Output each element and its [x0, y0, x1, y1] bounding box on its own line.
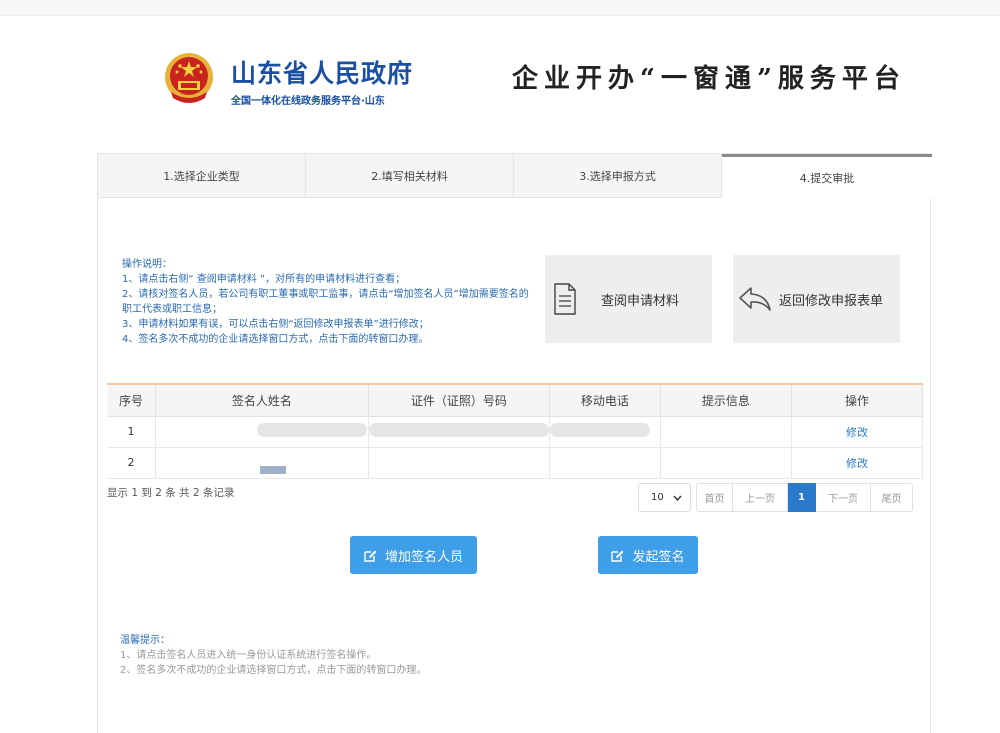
row-index: 1	[107, 416, 156, 448]
redacted-value	[256, 423, 367, 437]
main-panel: 1.选择企业类型 2.填写相关材料 3.选择申报方式 4.提交审批 操作说明： …	[97, 153, 932, 733]
edit-icon	[364, 550, 377, 562]
mobile-cell	[549, 447, 661, 479]
tip-line: 2、签名多次不成功的企业请选择窗口方式，点击下面的转窗口办理。	[120, 665, 427, 676]
start-sign-label: 发起签名	[632, 549, 685, 565]
signer-name-cell[interactable]	[155, 416, 369, 448]
view-materials-label: 查阅申请材料	[601, 293, 680, 309]
edit-link[interactable]: 修改	[791, 447, 924, 479]
signer-table-container: 序号 签名人姓名 证件（证照）号码 移动电话 提示信息 操作 1 修改 2 修改	[107, 383, 924, 479]
mobile-cell	[549, 416, 661, 448]
operation-instructions: 操作说明： 1、请点击右侧“ 查阅申请材料 ”，对所有的申请材料进行查看； 2、…	[122, 257, 532, 347]
column-header-index: 序号	[107, 384, 156, 417]
column-header-mobile: 移动电话	[549, 384, 661, 417]
national-emblem-icon	[165, 53, 213, 103]
column-header-id-number: 证件（证照）号码	[368, 384, 550, 417]
view-materials-button[interactable]: 查阅申请材料	[545, 255, 712, 343]
tip-cell	[660, 447, 792, 479]
id-number-cell	[368, 416, 550, 448]
tip-line: 1、请点击签名人员进入统一身份认证系统进行签名操作。	[120, 650, 377, 661]
return-edit-form-label: 返回修改申报表单	[779, 293, 884, 309]
pagination: 10 首页 上一页 1 下一页 尾页	[638, 483, 913, 512]
instruction-line: 2、请核对签名人员，若公司有职工董事或职工监事，请点击“增加签名人员”增加需要签…	[122, 289, 529, 315]
page-size-select[interactable]: 10	[638, 483, 691, 512]
row-index: 2	[107, 447, 156, 479]
document-icon	[554, 283, 576, 315]
signer-table: 序号 签名人姓名 证件（证照）号码 移动电话 提示信息 操作 1 修改 2 修改	[107, 383, 924, 479]
id-number-cell	[368, 447, 550, 479]
step-tabs: 1.选择企业类型 2.填写相关材料 3.选择申报方式 4.提交审批	[98, 154, 932, 198]
last-page-button[interactable]: 尾页	[871, 483, 913, 512]
add-signer-button[interactable]: 增加签名人员	[350, 536, 477, 574]
chevron-down-icon	[673, 495, 682, 501]
tab-select-company-type[interactable]: 1.选择企业类型	[98, 154, 306, 198]
tips-heading: 温馨提示：	[120, 635, 170, 646]
column-header-signer-name: 签名人姓名	[155, 384, 369, 417]
tab-select-method[interactable]: 3.选择申报方式	[514, 154, 722, 198]
browser-top-strip	[0, 0, 1000, 16]
warm-tips: 温馨提示： 1、请点击签名人员进入统一身份认证系统进行签名操作。 2、签名多次不…	[120, 633, 426, 678]
table-header-row: 序号 签名人姓名 证件（证照）号码 移动电话 提示信息 操作	[107, 384, 924, 417]
government-subtitle: 全国一体化在线政务服务平台·山东	[231, 96, 385, 107]
table-row[interactable]: 1 修改	[107, 416, 924, 448]
instructions-heading: 操作说明：	[122, 259, 172, 270]
add-signer-label: 增加签名人员	[384, 549, 463, 565]
tab-fill-materials[interactable]: 2.填写相关材料	[306, 154, 514, 198]
government-name: 山东省人民政府	[231, 59, 414, 88]
prev-page-button[interactable]: 上一页	[733, 483, 788, 512]
instruction-line: 4、签名多次不成功的企业请选择窗口方式，点击下面的转窗口办理。	[122, 334, 429, 345]
platform-title: 企业开办“一窗通”服务平台	[512, 64, 906, 94]
redacted-value	[368, 423, 549, 437]
tip-cell	[660, 416, 792, 448]
instruction-line: 1、请点击右侧“ 查阅申请材料 ”，对所有的申请材料进行查看；	[122, 274, 406, 285]
edit-link[interactable]: 修改	[791, 416, 924, 448]
next-page-button[interactable]: 下一页	[816, 483, 871, 512]
return-edit-form-button[interactable]: 返回修改申报表单	[733, 255, 900, 343]
column-header-tip: 提示信息	[660, 384, 792, 417]
column-header-action: 操作	[791, 384, 924, 417]
tab-submit-approval[interactable]: 4.提交审批	[722, 154, 932, 198]
record-count: 显示 1 到 2 条 共 2 条记录	[107, 487, 235, 499]
current-page-button[interactable]: 1	[788, 483, 816, 512]
start-sign-button[interactable]: 发起签名	[598, 536, 698, 574]
page-size-value: 10	[651, 492, 664, 503]
instruction-line: 3、申请材料如果有误，可以点击右侧“返回修改申报表单”进行修改；	[122, 319, 429, 330]
first-page-button[interactable]: 首页	[696, 483, 733, 512]
edit-icon	[611, 550, 624, 562]
table-row[interactable]: 2 修改	[107, 447, 924, 479]
return-arrow-icon	[739, 287, 771, 311]
redacted-value	[260, 466, 286, 474]
redacted-value	[549, 423, 650, 437]
